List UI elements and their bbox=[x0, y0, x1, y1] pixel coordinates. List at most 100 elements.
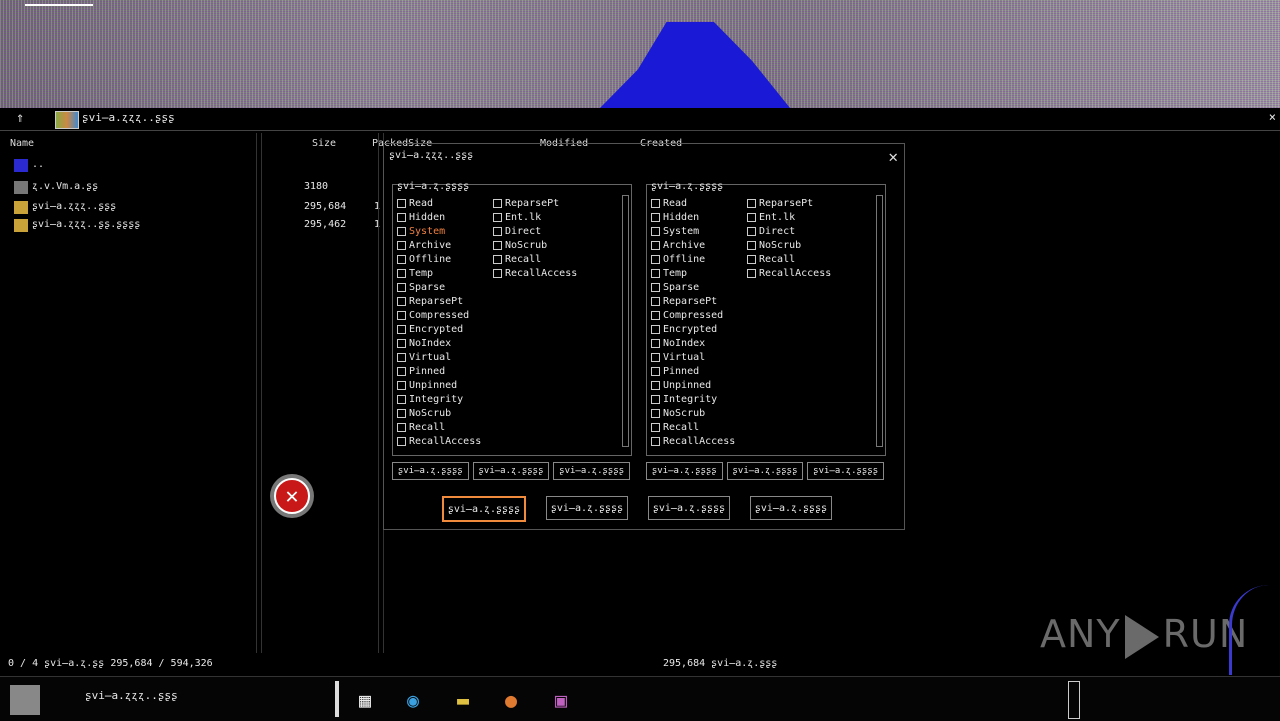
attribute-checkbox[interactable]: Sparse bbox=[651, 281, 699, 295]
attribute-checkbox[interactable]: RecallAccess bbox=[747, 267, 831, 281]
attribute-checkbox[interactable]: Encrypted bbox=[651, 323, 717, 337]
pane-button[interactable]: ʂvi̶a.ʐ.ʂʂʂʂ bbox=[726, 462, 804, 480]
pane-button[interactable]: ʂvi̶a.ʐ.ʂʂʂʂ bbox=[392, 462, 469, 480]
attribute-checkbox[interactable]: ReparsePt bbox=[493, 197, 559, 211]
taskbar-active-window[interactable]: ʂvi̶a.ʐʐʐ..ʂʂʂ bbox=[85, 689, 178, 702]
top-artifact-line bbox=[25, 4, 93, 14]
attribute-checkbox[interactable]: Read bbox=[651, 197, 687, 211]
attribute-checkbox[interactable]: ReparsePt bbox=[651, 295, 717, 309]
cancel-button[interactable]: ʂvi̶a.ʐ.ʂʂʂʂ bbox=[546, 496, 628, 520]
attribute-checkbox[interactable]: Direct bbox=[747, 225, 795, 239]
attribute-checkbox[interactable]: Unpinned bbox=[651, 379, 711, 393]
attribute-checkbox[interactable]: Read bbox=[397, 197, 433, 211]
attribute-checkbox[interactable]: Ent.lk bbox=[747, 211, 795, 225]
pane-button[interactable]: ʂvi̶a.ʐ.ʂʂʂʂ bbox=[807, 462, 885, 480]
attribute-checkbox[interactable]: Virtual bbox=[397, 351, 451, 365]
attribute-checkbox[interactable]: System bbox=[397, 225, 445, 239]
help-button[interactable]: ʂvi̶a.ʐ.ʂʂʂʂ bbox=[750, 496, 832, 520]
file-icon bbox=[14, 181, 28, 194]
pane-header: ʂvi̶a.ʐ.ʂʂʂʂ bbox=[651, 181, 724, 192]
taskbar-separator bbox=[335, 681, 339, 717]
error-icon: ✕ bbox=[274, 478, 310, 514]
column-header-size[interactable]: Size bbox=[312, 138, 336, 149]
window-close-icon[interactable]: × bbox=[1269, 110, 1276, 124]
watermark-logo: ANY RUN bbox=[1040, 612, 1248, 659]
dialog-close-icon[interactable]: ✕ bbox=[888, 147, 898, 166]
attribute-checkbox[interactable]: ReparsePt bbox=[397, 295, 463, 309]
edge-icon[interactable]: ◉ bbox=[398, 685, 428, 715]
start-button-icon[interactable] bbox=[10, 685, 40, 715]
window-title: ʂvi̶a.ʐʐʐ..ʂʂʂ bbox=[82, 111, 175, 124]
up-folder-icon[interactable]: ⇑ bbox=[16, 110, 24, 126]
attribute-checkbox[interactable]: NoScrub bbox=[493, 239, 547, 253]
attribute-checkbox[interactable]: Compressed bbox=[651, 309, 723, 323]
attribute-checkbox[interactable]: Encrypted bbox=[397, 323, 463, 337]
attribute-checkbox[interactable]: Archive bbox=[397, 239, 451, 253]
attribute-checkbox[interactable]: Recall bbox=[747, 253, 795, 267]
dialog-title: ʂvi̶a.ʐʐʐ..ʂʂʂ bbox=[389, 150, 474, 161]
attribute-checkbox[interactable]: RecallAccess bbox=[493, 267, 577, 281]
attribute-checkbox[interactable]: Hidden bbox=[651, 211, 699, 225]
file-row[interactable]: ʂvi̶a.ʐʐʐ..ʂʂ.ʂʂʂʂ 295,462 1 bbox=[14, 218, 380, 234]
attribute-checkbox[interactable]: RecallAccess bbox=[397, 435, 481, 449]
app-icon bbox=[55, 111, 79, 129]
watermark-left: ANY bbox=[1040, 612, 1121, 656]
archiver-window: ⇑ ʂvi̶a.ʐʐʐ..ʂʂʂ × Name Size PackedSize … bbox=[0, 108, 1280, 676]
pane-scrollbar[interactable] bbox=[876, 195, 883, 447]
attribute-checkbox[interactable]: Temp bbox=[397, 267, 433, 281]
attribute-checkbox[interactable]: NoScrub bbox=[397, 407, 451, 421]
task-view-icon[interactable]: ▦ bbox=[350, 685, 380, 715]
column-header-name[interactable]: Name bbox=[10, 138, 34, 149]
attribute-checkbox[interactable]: Pinned bbox=[651, 365, 699, 379]
attribute-checkbox[interactable]: Recall bbox=[493, 253, 541, 267]
left-pane-buttons: ʂvi̶a.ʐ.ʂʂʂʂ ʂvi̶a.ʐ.ʂʂʂʂ ʂvi̶a.ʐ.ʂʂʂʂ bbox=[392, 462, 631, 480]
file-row[interactable]: .. bbox=[14, 158, 344, 174]
attribute-checkbox[interactable]: ReparsePt bbox=[747, 197, 813, 211]
file-row[interactable]: ʐ.v.Vm.a.ʂʂ 3180 bbox=[14, 180, 344, 196]
attribute-checkbox[interactable]: Sparse bbox=[397, 281, 445, 295]
attribute-checkbox[interactable]: Integrity bbox=[651, 393, 717, 407]
pane-button[interactable]: ʂvi̶a.ʐ.ʂʂʂʂ bbox=[553, 462, 631, 480]
file-row[interactable]: ʂvi̶a.ʐʐʐ..ʂʂʂ 295,684 1 bbox=[14, 200, 380, 216]
archiver-icon[interactable]: ▣ bbox=[546, 685, 576, 715]
play-icon bbox=[1124, 614, 1159, 659]
attribute-checkbox[interactable]: Compressed bbox=[397, 309, 469, 323]
attribute-checkbox[interactable]: Integrity bbox=[397, 393, 463, 407]
firefox-icon[interactable]: ● bbox=[496, 685, 526, 715]
pane-header: ʂvi̶a.ʐ.ʂʂʂʂ bbox=[397, 181, 470, 192]
archive-icon bbox=[14, 219, 28, 232]
attribute-checkbox[interactable]: Hidden bbox=[397, 211, 445, 225]
taskbar: ʂvi̶a.ʐʐʐ..ʂʂʂ ▦ ◉ ▬ ● ▣ bbox=[0, 676, 1280, 721]
attribute-checkbox[interactable]: Pinned bbox=[397, 365, 445, 379]
attribute-checkbox[interactable]: Offline bbox=[397, 253, 451, 267]
attribute-checkbox[interactable]: Virtual bbox=[651, 351, 705, 365]
pane-scrollbar[interactable] bbox=[622, 195, 629, 447]
apply-button[interactable]: ʂvi̶a.ʐ.ʂʂʂʂ bbox=[648, 496, 730, 520]
attribute-checkbox[interactable]: Unpinned bbox=[397, 379, 457, 393]
column-splitter[interactable] bbox=[256, 133, 262, 653]
attribute-checkbox[interactable]: System bbox=[651, 225, 699, 239]
attribute-checkbox[interactable]: Recall bbox=[651, 421, 699, 435]
attribute-checkbox[interactable]: Offline bbox=[651, 253, 705, 267]
window-titlebar: ⇑ ʂvi̶a.ʐʐʐ..ʂʂʂ × bbox=[0, 108, 1280, 131]
attribute-checkbox[interactable]: Temp bbox=[651, 267, 687, 281]
attribute-checkbox[interactable]: RecallAccess bbox=[651, 435, 735, 449]
pane-button[interactable]: ʂvi̶a.ʐ.ʂʂʂʂ bbox=[646, 462, 723, 480]
attribute-checkbox[interactable]: Archive bbox=[651, 239, 705, 253]
attribute-checkbox[interactable]: Recall bbox=[397, 421, 445, 435]
attribute-checkbox[interactable]: NoIndex bbox=[651, 337, 705, 351]
attribute-checkbox[interactable]: Ent.lk bbox=[493, 211, 541, 225]
properties-dialog: ʂvi̶a.ʐʐʐ..ʂʂʂ ✕ ʂvi̶a.ʐ.ʂʂʂʂ Read Hidde… bbox=[383, 143, 905, 530]
explorer-icon[interactable]: ▬ bbox=[448, 685, 478, 715]
parent-folder-icon bbox=[14, 159, 28, 172]
attribute-checkbox[interactable]: Direct bbox=[493, 225, 541, 239]
right-attributes-pane: ʂvi̶a.ʐ.ʂʂʂʂ Read Hidden System Archive … bbox=[646, 181, 886, 456]
attribute-checkbox[interactable]: NoScrub bbox=[747, 239, 801, 253]
status-selection: 0 / 4 ʂvi̶a.ʐ.ʂʂ 295,684 / 594,326 bbox=[8, 658, 213, 669]
left-attributes-pane: ʂvi̶a.ʐ.ʂʂʂʂ Read Hidden System Archive … bbox=[392, 181, 632, 456]
show-desktop-button[interactable] bbox=[1068, 681, 1080, 719]
attribute-checkbox[interactable]: NoScrub bbox=[651, 407, 705, 421]
ok-button[interactable]: ʂvi̶a.ʐ.ʂʂʂʂ bbox=[442, 496, 526, 522]
pane-button[interactable]: ʂvi̶a.ʐ.ʂʂʂʂ bbox=[472, 462, 550, 480]
attribute-checkbox[interactable]: NoIndex bbox=[397, 337, 451, 351]
